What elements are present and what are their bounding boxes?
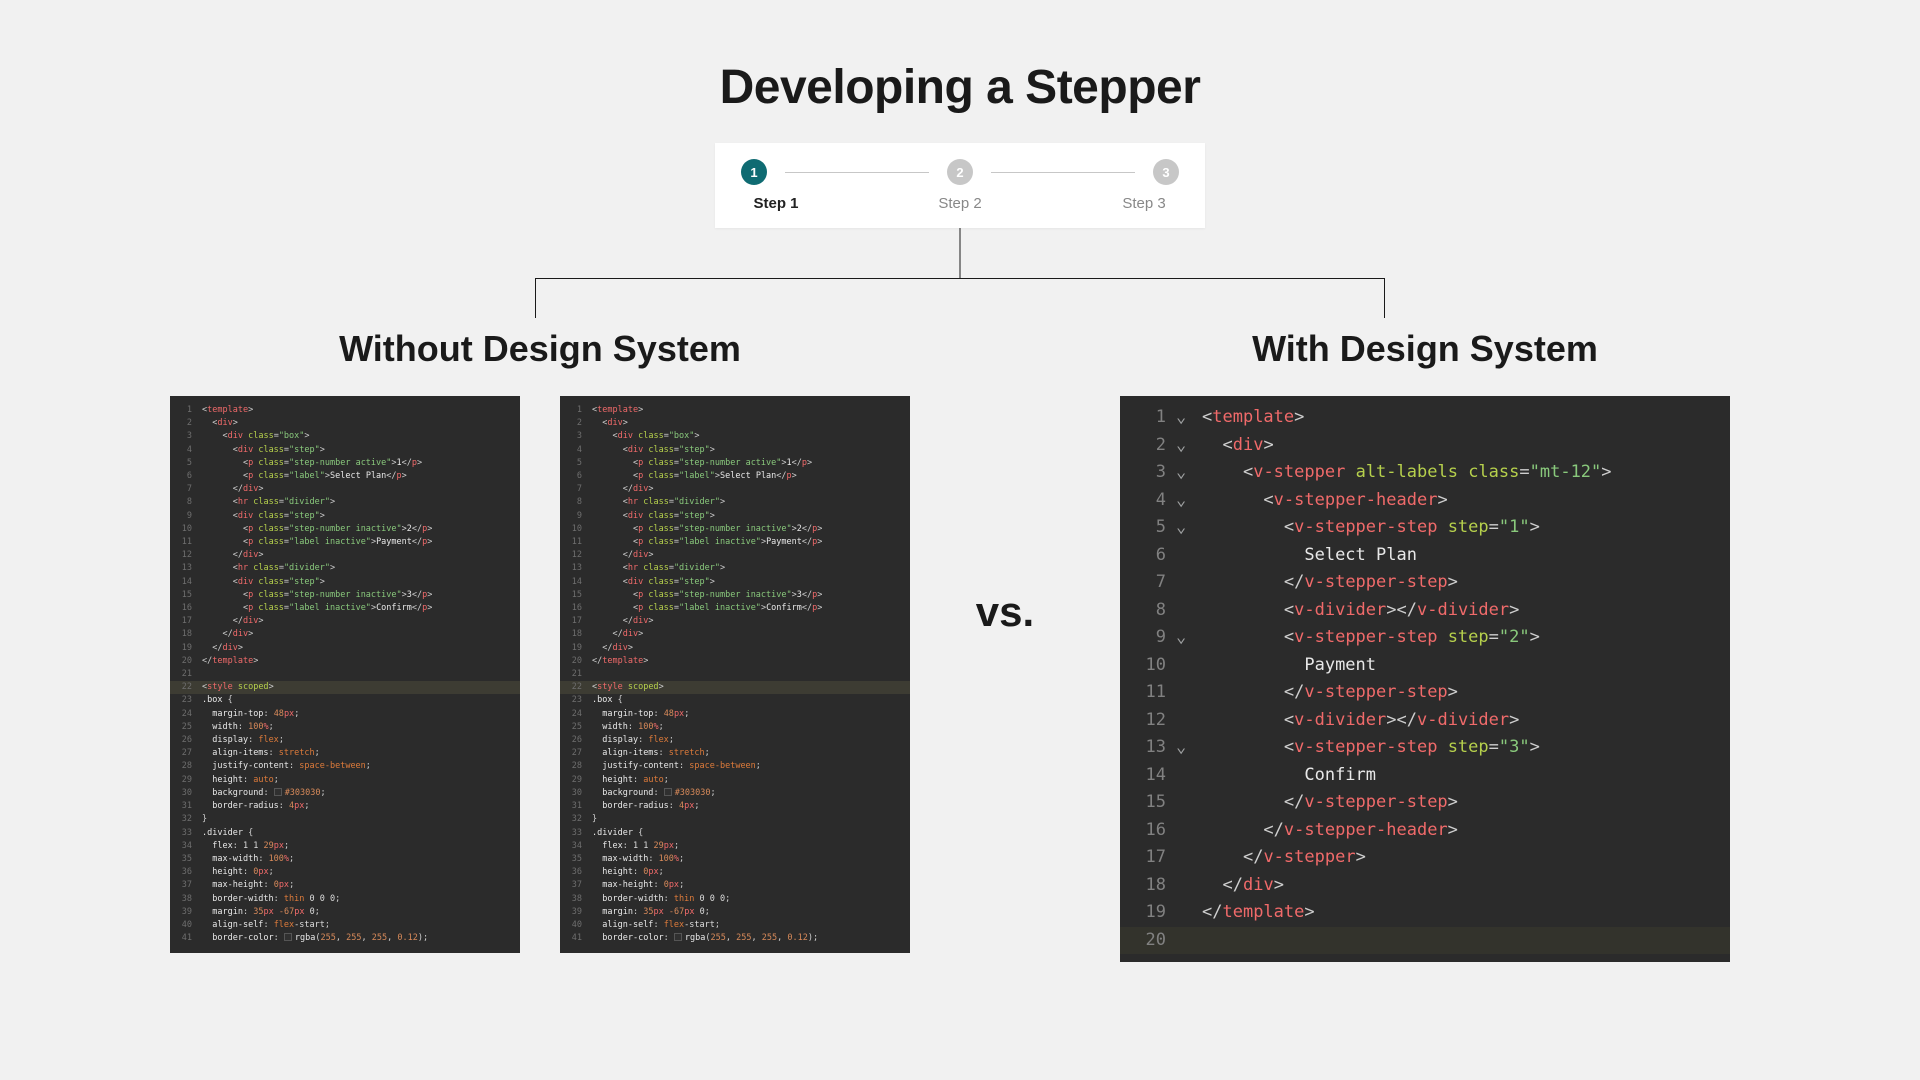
stepper-labels-row: Step 1 Step 2 Step 3 bbox=[741, 195, 1179, 212]
stepper-circles-row: 1 2 3 bbox=[741, 159, 1179, 185]
step-3-circle: 3 bbox=[1153, 159, 1179, 185]
page-title: Developing a Stepper bbox=[0, 0, 1920, 115]
code-editor-without-ds-b: 1<template>2 <div>3 <div class="box">4 <… bbox=[560, 396, 910, 953]
code-editor-without-ds-a: 1<template>2 <div>3 <div class="box">4 <… bbox=[170, 396, 520, 953]
step-2-label: Step 2 bbox=[925, 195, 995, 212]
stepper-component: 1 2 3 Step 1 Step 2 Step 3 bbox=[715, 143, 1205, 228]
step-divider bbox=[785, 172, 929, 173]
step-1-label: Step 1 bbox=[741, 195, 811, 212]
step-divider bbox=[991, 172, 1135, 173]
vs-label: vs. bbox=[976, 588, 1034, 636]
bracket-connector bbox=[535, 228, 1385, 318]
step-1-circle: 1 bbox=[741, 159, 767, 185]
code-editor-with-ds: 1⌄<template>2⌄ <div>3⌄ <v-stepper alt-la… bbox=[1120, 396, 1730, 962]
step-2-circle: 2 bbox=[947, 159, 973, 185]
right-heading: With Design System bbox=[1252, 328, 1598, 370]
left-heading: Without Design System bbox=[339, 328, 741, 370]
step-3-label: Step 3 bbox=[1109, 195, 1179, 212]
